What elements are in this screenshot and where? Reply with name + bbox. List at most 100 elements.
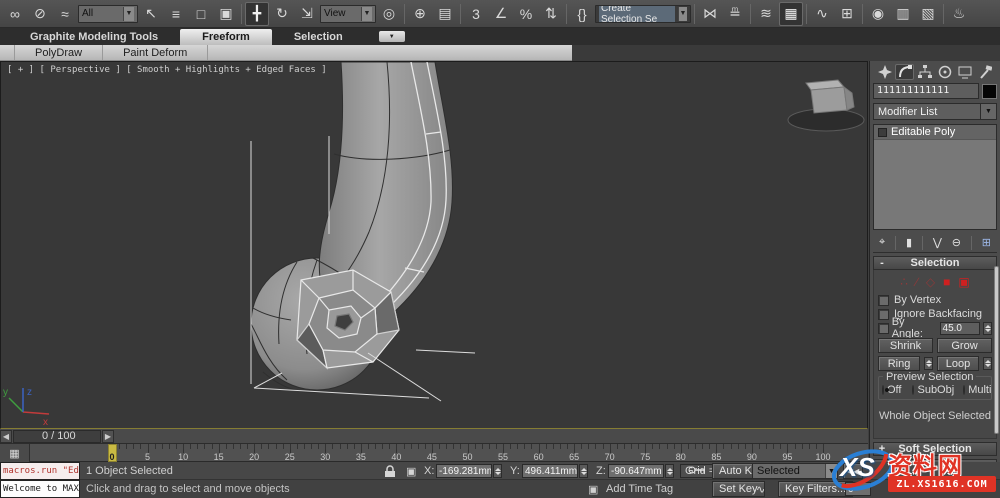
selection-rollout-header[interactable]: - Selection [873, 256, 997, 270]
maxscript-listener-line2[interactable]: Welcome to MAX! [0, 480, 80, 498]
object-name-field[interactable]: 111111111111 [873, 83, 979, 99]
selection-filter-dropdown[interactable]: All▼ [78, 5, 138, 23]
grow-button[interactable]: Grow [937, 338, 992, 353]
remove-modifier-icon[interactable]: ⊖ [952, 236, 961, 249]
element-icon[interactable]: ▣ [958, 275, 969, 289]
set-key-curve-icon[interactable]: ∿ [756, 480, 765, 498]
motion-tab-icon[interactable] [936, 64, 955, 80]
object-color-swatch[interactable] [982, 84, 997, 99]
curve-editor-icon[interactable]: ∿ [810, 2, 834, 26]
ignore-backfacing-checkbox[interactable] [878, 309, 889, 320]
add-time-tag[interactable]: Add Time Tag [606, 480, 673, 498]
loop-button[interactable]: Loop [937, 356, 979, 371]
display-tab-icon[interactable] [956, 64, 975, 80]
configure-modifier-sets-icon[interactable]: ⊞ [982, 236, 991, 249]
edit-named-selection-sets-icon[interactable]: {} [570, 2, 594, 26]
render-production-icon[interactable]: ♨ [947, 2, 971, 26]
percent-snap-toggle-icon[interactable]: % [514, 2, 538, 26]
make-unique-icon[interactable]: ⋁ [933, 236, 942, 249]
bind-to-space-warp-icon[interactable]: ≈ [53, 2, 77, 26]
render-setup-icon[interactable]: ▥ [891, 2, 915, 26]
ribbon-subtab-paint-deform[interactable]: Paint Deform [103, 45, 208, 60]
angle-value-field[interactable]: 45.0 [940, 322, 981, 335]
ribbon-minimize-icon[interactable]: ▼ [379, 31, 405, 42]
material-editor-icon[interactable]: ◉ [866, 2, 890, 26]
x-spinner[interactable] [493, 464, 502, 478]
select-by-name-icon[interactable]: ≡ [164, 2, 188, 26]
viewport-label[interactable]: [ + ] [ Perspective ] [ Smooth + Highlig… [7, 65, 327, 75]
viewcube[interactable] [788, 80, 864, 131]
angle-spinner[interactable] [983, 322, 992, 335]
selected-set-dropdown[interactable]: Selected ▼ [752, 463, 838, 479]
by-angle-checkbox[interactable] [878, 323, 889, 334]
schematic-view-icon[interactable]: ⊞ [835, 2, 859, 26]
key-mode-icon[interactable] [688, 465, 706, 478]
rendered-frame-window-icon[interactable]: ▧ [916, 2, 940, 26]
perspective-viewport[interactable]: x y z [ + ] [ Perspective ] [ Smooth + H… [0, 61, 868, 429]
angle-snap-toggle-icon[interactable]: ∠ [489, 2, 513, 26]
previous-frame-arrow-icon[interactable]: ◀ [0, 430, 12, 443]
modifier-stack[interactable]: Editable Poly [873, 124, 997, 230]
ribbon-tab-selection[interactable]: Selection [272, 29, 365, 45]
track-bar-ruler[interactable]: 0510152025303540455055606570758085909510… [30, 444, 868, 462]
create-tab-icon[interactable] [875, 64, 894, 80]
by-angle-row[interactable]: By Angle: 45.0 [878, 321, 992, 335]
manage-layers-icon[interactable]: ≋ [754, 2, 778, 26]
ribbon-tab-freeform[interactable]: Freeform [180, 29, 272, 45]
align-icon[interactable]: ≞ [723, 2, 747, 26]
select-object-icon[interactable]: ↖ [139, 2, 163, 26]
maxscript-listener-line1[interactable]: macros.run "Ed [0, 462, 80, 480]
show-end-result-icon[interactable]: ▮ [906, 236, 912, 249]
snaps-toggle-3d-icon[interactable]: 3 [464, 2, 488, 26]
border-icon[interactable]: ◇ [926, 275, 935, 289]
unlink-selection-icon[interactable]: ⊘ [28, 2, 52, 26]
modifier-list-dropdown[interactable]: Modifier List [873, 103, 981, 120]
select-and-move-icon[interactable]: ╋ [245, 2, 269, 26]
loop-spinner[interactable] [983, 357, 992, 370]
hierarchy-tab-icon[interactable] [915, 64, 934, 80]
utilities-tab-icon[interactable] [976, 64, 995, 80]
select-and-link-icon[interactable]: ∞ [3, 2, 27, 26]
polygon-icon[interactable]: ■ [943, 275, 950, 289]
preview-off-radio[interactable] [882, 385, 884, 395]
y-coord-field[interactable]: 496.411mm [522, 464, 578, 478]
window-crossing-toggle-icon[interactable]: ▣ [214, 2, 238, 26]
z-spinner[interactable] [665, 464, 674, 478]
ring-spinner[interactable] [924, 357, 933, 370]
ring-button[interactable]: Ring [878, 356, 920, 371]
mirror-icon[interactable]: ⋈ [698, 2, 722, 26]
edge-icon[interactable]: ∕ [916, 275, 918, 289]
select-and-manipulate-icon[interactable]: ⊕ [408, 2, 432, 26]
pin-stack-icon[interactable]: ⌖ [879, 236, 885, 249]
time-slider-value[interactable]: 0 / 100 [13, 430, 101, 443]
z-coord-field[interactable]: -90.647mm [608, 464, 664, 478]
viewport-canvas[interactable]: x y z [1, 62, 867, 428]
named-selection-dropdown[interactable]: Create Selection Se▼ [595, 5, 691, 23]
selection-lock-icon[interactable] [384, 462, 396, 480]
modifier-list-arrow-icon[interactable]: ▼ [981, 103, 997, 120]
reference-coordinate-dropdown[interactable]: View▼ [320, 5, 376, 23]
select-and-rotate-icon[interactable]: ↻ [270, 2, 294, 26]
preview-subobj-radio[interactable] [912, 385, 914, 395]
modify-tab-icon[interactable] [895, 64, 914, 80]
panel-scrollbar[interactable] [994, 266, 999, 434]
spinner-snap-toggle-icon[interactable]: ⇅ [539, 2, 563, 26]
ribbon-tab-graphite-modeling-tools[interactable]: Graphite Modeling Tools [8, 29, 180, 45]
x-coord-field[interactable]: -169.281mm [436, 464, 492, 478]
absolute-offset-mode-icon[interactable]: ▣ [406, 462, 416, 480]
select-and-scale-icon[interactable]: ⇲ [295, 2, 319, 26]
graphite-toolbar-toggle-icon[interactable]: ▦ [779, 2, 803, 26]
ribbon-subtab-polydraw[interactable]: PolyDraw [14, 45, 103, 60]
next-frame-arrow-icon[interactable]: ▶ [102, 430, 114, 443]
by-vertex-checkbox[interactable] [878, 295, 889, 306]
preview-multi-radio[interactable] [963, 385, 965, 395]
shrink-button[interactable]: Shrink [878, 338, 933, 353]
use-pivot-point-center-icon[interactable]: ◎ [377, 2, 401, 26]
y-spinner[interactable] [579, 464, 588, 478]
vertex-icon[interactable]: ∴ [900, 275, 908, 289]
by-vertex-row[interactable]: By Vertex [878, 293, 992, 307]
mini-curve-editor-icon[interactable]: ▦ [0, 444, 30, 462]
rectangular-selection-region-icon[interactable]: □ [189, 2, 213, 26]
modifier-stack-row[interactable]: Editable Poly [874, 125, 996, 140]
keyboard-shortcut-override-icon[interactable]: ▤ [433, 2, 457, 26]
